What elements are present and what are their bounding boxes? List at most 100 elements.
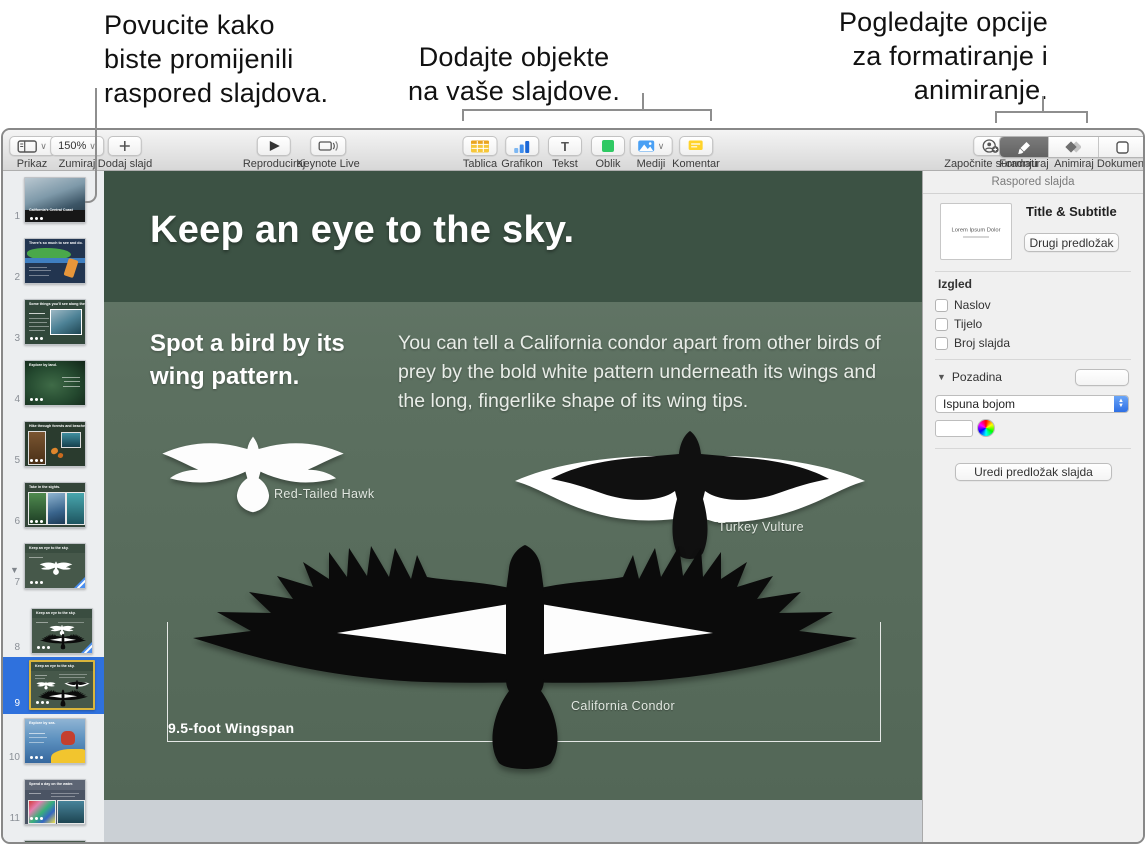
slide-thumbnail-4[interactable]: Explore by land. <box>24 360 86 406</box>
text-button[interactable]: T <box>548 136 582 156</box>
bullet-dots <box>37 646 40 649</box>
play-button[interactable] <box>257 136 291 156</box>
slide-row-8: 8 Keep an eye to the sky. <box>3 608 104 654</box>
slide-row-5: 5 Hike through forests and beaches. <box>3 421 104 467</box>
slide-number-checkbox-row: Broj slajda <box>935 336 1010 350</box>
slide-thumbnail-9[interactable]: Keep an eye to the sky. <box>29 660 95 710</box>
title-checkbox-row: Naslov <box>935 298 991 312</box>
view-button-group: ∨ Prikaz <box>9 136 55 170</box>
callout-add-objects: Dodajte objekte na vaše slajdove. <box>408 42 621 106</box>
layout-thumbnail-subline <box>963 236 989 238</box>
text-label: Tekst <box>552 158 578 170</box>
keynote-live-button[interactable] <box>309 136 346 156</box>
vulture-label[interactable]: Turkey Vulture <box>718 520 804 534</box>
layout-thumbnail[interactable]: Lorem Ipsum Dolor <box>940 203 1012 260</box>
slide-thumbnail-8[interactable]: Keep an eye to the sky. <box>31 608 93 654</box>
condor-mini-icon <box>36 689 90 707</box>
change-layout-button[interactable]: Drugi predložak <box>1024 233 1119 252</box>
bullet-dots <box>30 217 33 220</box>
slide-number: 1 <box>14 211 20 222</box>
california-condor-graphic[interactable] <box>165 541 885 771</box>
shape-icon <box>602 140 614 152</box>
slide-thumbnail-1[interactable]: California's Central Coast <box>24 177 86 223</box>
edit-master-button[interactable]: Uredi predložak slajda <box>955 463 1112 481</box>
format-brush-icon <box>1018 141 1031 154</box>
table-icon <box>471 140 489 152</box>
slide-row-10: 10 Explore by sea. <box>3 718 104 764</box>
fill-type-select[interactable]: Ispuna bojom ▲ ▼ <box>935 395 1129 413</box>
fill-color-well[interactable] <box>935 420 973 437</box>
shape-button[interactable] <box>591 136 625 156</box>
slide-row-6: 6 Take in the sights. <box>3 482 104 528</box>
title-checkbox[interactable] <box>935 298 948 312</box>
keynote-live-label: Keynote Live <box>296 158 360 170</box>
view-icon <box>17 139 37 153</box>
background-label: Pozadina <box>951 370 1002 384</box>
slide-heading-text[interactable]: Spot a bird by its wing pattern. <box>150 327 345 393</box>
slide-number: 10 <box>8 752 20 763</box>
slide-thumbnail-7[interactable]: Keep an eye to the sky. <box>24 543 86 589</box>
slide-title-text[interactable]: Keep an eye to the sky. <box>150 209 574 252</box>
text-group: T Tekst <box>548 136 582 170</box>
slide-row-12-partial <box>3 840 104 842</box>
disclosure-triangle-icon[interactable]: ▼ <box>937 372 946 382</box>
slide-thumbnail-3[interactable]: Some things you'll see along the way. <box>24 299 86 345</box>
condor-label[interactable]: California Condor <box>571 699 675 713</box>
corner-fold-icon <box>81 642 92 653</box>
color-wheel-button[interactable] <box>977 419 995 437</box>
shape-label: Oblik <box>595 158 621 170</box>
comment-icon <box>688 140 703 150</box>
slide-thumbnail-6[interactable]: Take in the sights. <box>24 482 86 528</box>
screenshot: Povucite kako biste promijenili raspored… <box>0 0 1146 846</box>
slide-body-text[interactable]: You can tell a California condor apart f… <box>398 329 881 416</box>
callout-stem-objects <box>642 93 644 110</box>
document-label: Dokument <box>1096 158 1145 170</box>
slide-number-checkbox[interactable] <box>935 336 948 350</box>
slide-thumbnail-2[interactable]: There's so much to see and do. <box>24 238 86 284</box>
add-slide-label: Dodaj slajd <box>97 158 153 170</box>
layout-name: Title & Subtitle <box>1026 204 1117 219</box>
slide-thumbnail-11[interactable]: Spend a day on the water. <box>24 779 86 825</box>
layout-thumbnail-text: Lorem Ipsum Dolor <box>951 226 1001 233</box>
add-slide-group: Dodaj slajd <box>98 136 152 170</box>
bullet-dots <box>30 817 33 820</box>
animate-diamond-icon <box>1065 140 1082 153</box>
comment-button[interactable] <box>678 136 713 156</box>
bullet-dots <box>30 520 33 523</box>
hawk-label[interactable]: Red-Tailed Hawk <box>274 487 374 501</box>
bullet-dots <box>30 756 33 759</box>
shape-group: Oblik <box>591 136 625 170</box>
media-group: ∨ Mediji <box>629 136 673 170</box>
animate-tab[interactable] <box>1049 137 1099 157</box>
canvas-background <box>104 800 922 842</box>
view-button[interactable]: ∨ <box>9 136 55 156</box>
appearance-section-title: Izgled <box>938 277 973 291</box>
slide-thumbnail-5[interactable]: Hike through forests and beaches. <box>24 421 86 467</box>
slide-thumbnail-12[interactable] <box>24 840 86 842</box>
slide-thumbnail-10[interactable]: Explore by sea. <box>24 718 86 764</box>
wingspan-label[interactable]: 9.5-foot Wingspan <box>168 720 294 736</box>
keynote-live-group: Keynote Live <box>296 136 360 170</box>
slide-number: 4 <box>14 394 20 405</box>
chart-button[interactable] <box>504 136 539 156</box>
bullet-dots <box>30 581 33 584</box>
table-button[interactable] <box>462 136 498 156</box>
current-slide[interactable]: Keep an eye to the sky. Spot a bird by i… <box>104 171 922 800</box>
keynote-window: ∨ Prikaz 150% ∨ Zumiraj Dodaj slajd Repr… <box>1 128 1145 844</box>
callout-format: Pogledajte opcije za formatiranje i anim… <box>838 7 1048 105</box>
divider <box>935 271 1131 272</box>
format-tab[interactable] <box>1000 137 1050 157</box>
keynote-live-icon <box>318 140 338 151</box>
fill-type-value: Ispuna bojom <box>943 397 1016 411</box>
background-preset-button[interactable] <box>1075 369 1129 386</box>
body-checkbox[interactable] <box>935 317 948 331</box>
callout-bracket-objects <box>462 109 712 121</box>
view-label: Prikaz <box>16 158 48 170</box>
media-button[interactable]: ∨ <box>629 136 673 156</box>
red-tailed-hawk-graphic[interactable] <box>158 431 348 516</box>
inspector-header: Raspored slajda <box>923 171 1143 194</box>
slide-number: 3 <box>14 333 20 344</box>
document-tab[interactable] <box>1099 137 1143 157</box>
chevron-down-icon: ∨ <box>657 140 665 151</box>
add-slide-button[interactable] <box>107 136 142 156</box>
